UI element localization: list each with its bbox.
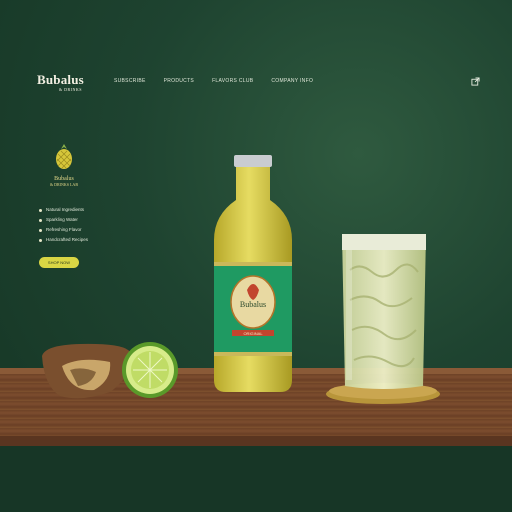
shop-now-button[interactable]: SHOP NOW [39,257,79,268]
wooden-shelf [0,374,512,444]
bottle-label-sub: ORIGINAL [243,331,263,336]
brand-name: Bubalus [37,72,84,87]
bullet-icon [39,218,42,222]
brand-badge: Bubalus & DRINKS LAB [42,142,86,187]
feature-list: Natural Ingredients Sparkling Water Refr… [39,205,88,245]
brand-tagline: & DRINKS [59,87,83,92]
lower-wall [0,446,512,512]
brand-logo[interactable]: Bubalus & DRINKS [37,72,84,92]
list-item: Sparkling Water [39,215,88,225]
nav-products[interactable]: PRODUCTS [164,78,194,84]
bullet-icon [39,208,42,212]
external-link-icon[interactable] [471,77,480,86]
list-item: Refreshing Flavor [39,225,88,235]
badge-tagline: & DRINKS LAB [49,182,78,187]
list-item: Natural Ingredients [39,205,88,215]
bottle-label-title: Bubalus [240,300,266,309]
list-item: Handcrafted Recipes [39,235,88,245]
shelf-front [0,436,512,446]
nav-flavors-club[interactable]: FLAVORS CLUB [212,78,253,84]
nav-company-info[interactable]: COMPANY INFO [271,78,313,84]
landing-page: Bubalus & DRINKS SUBSCRIBE PRODUCTS FLAV… [0,0,512,512]
bottle-image: Bubalus ORIGINAL [214,155,292,392]
main-nav: SUBSCRIBE PRODUCTS FLAVORS CLUB COMPANY … [114,78,313,84]
bullet-icon [39,238,42,242]
bullet-icon [39,228,42,232]
nav-subscribe[interactable]: SUBSCRIBE [114,78,146,84]
pineapple-icon [56,144,72,169]
